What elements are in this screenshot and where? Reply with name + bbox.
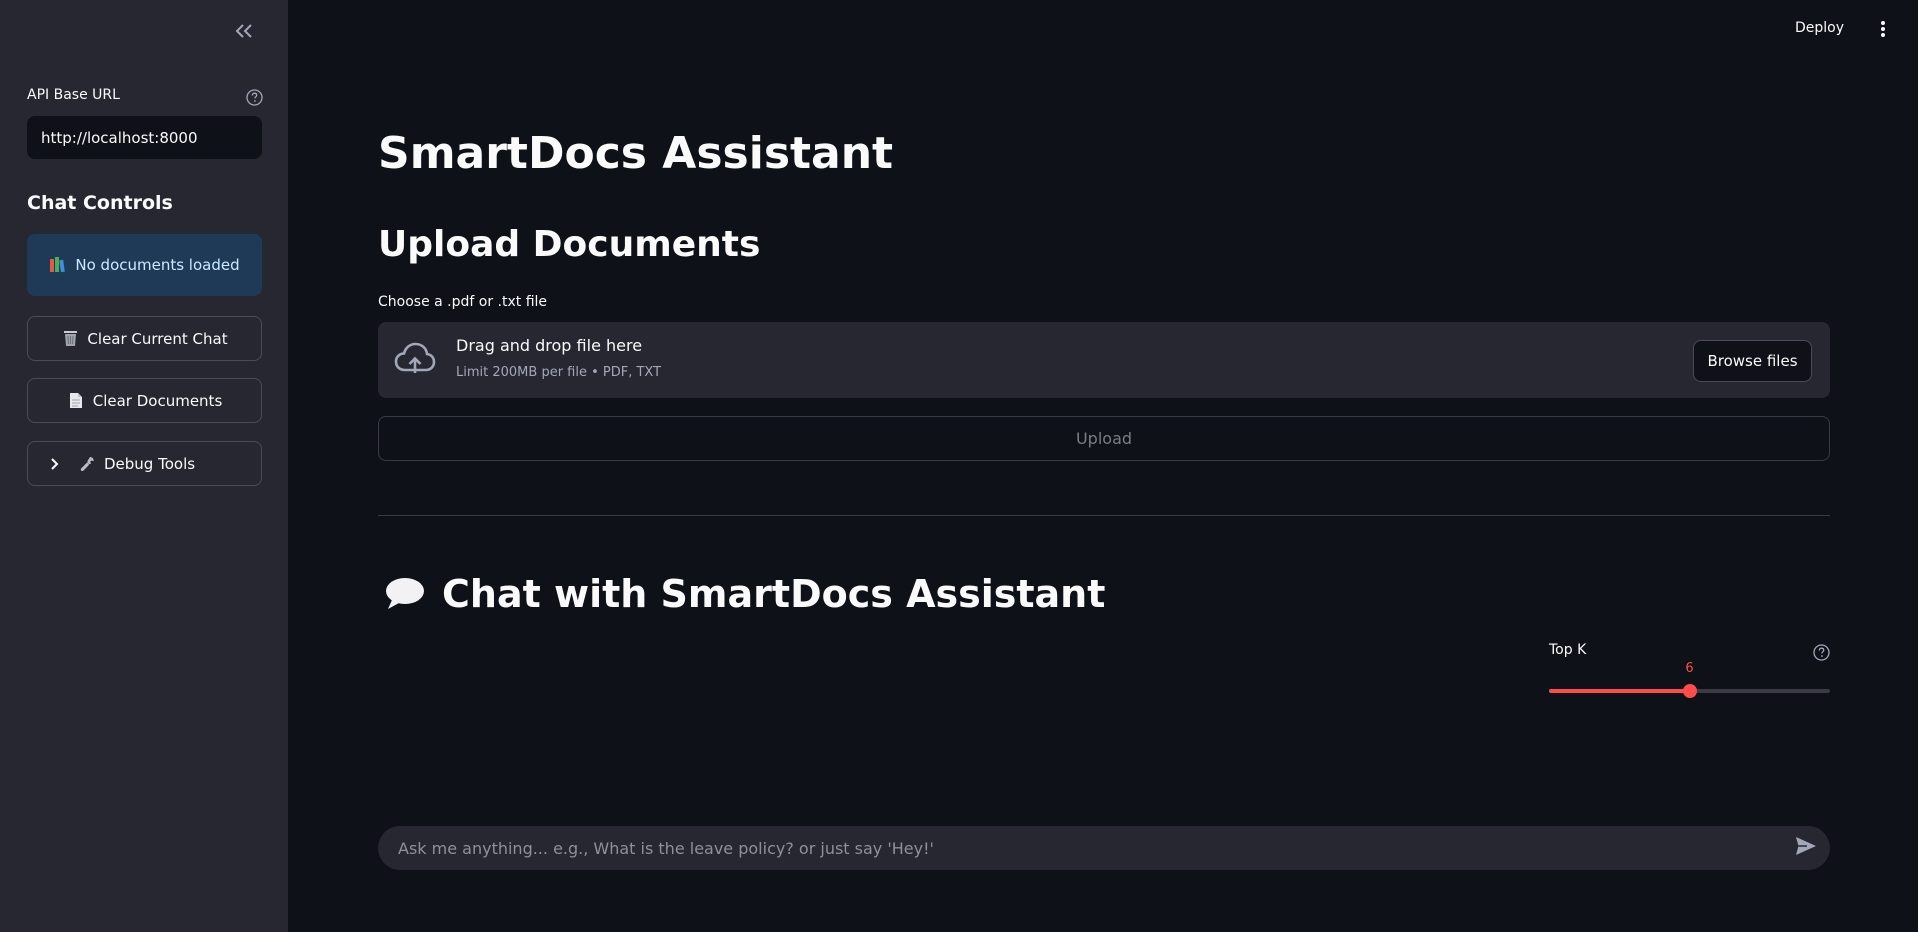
upload-documents-heading: Upload Documents bbox=[378, 224, 761, 265]
browse-files-button[interactable]: Browse files bbox=[1693, 340, 1812, 382]
question-circle-icon[interactable] bbox=[1812, 643, 1830, 661]
info-box-text: No documents loaded bbox=[75, 256, 240, 274]
main-menu-button[interactable] bbox=[1872, 20, 1894, 42]
wastebasket-icon bbox=[61, 330, 79, 348]
page-icon bbox=[67, 392, 85, 410]
chat-heading-text: Chat with SmartDocs Assistant bbox=[442, 572, 1106, 616]
send-button[interactable] bbox=[1794, 836, 1818, 860]
file-uploader-label: Choose a .pdf or .txt file bbox=[378, 294, 548, 310]
clear-documents-button[interactable]: Clear Documents bbox=[27, 378, 262, 423]
debug-tools-expander[interactable]: Debug Tools bbox=[27, 441, 262, 486]
chat-input[interactable] bbox=[396, 826, 1756, 870]
clear-current-chat-button[interactable]: Clear Current Chat bbox=[27, 316, 262, 361]
books-icon bbox=[49, 256, 67, 274]
sidebar: API Base URL Chat Controls No documents … bbox=[0, 0, 288, 932]
top-k-slider[interactable]: 6 bbox=[1549, 661, 1830, 698]
chat-controls-heading: Chat Controls bbox=[27, 192, 173, 214]
wrench-icon bbox=[78, 455, 96, 473]
chevron-right-icon bbox=[46, 455, 64, 473]
api-base-url-input[interactable] bbox=[27, 116, 262, 159]
upload-button[interactable]: Upload bbox=[378, 416, 1830, 461]
kebab-menu-icon bbox=[1880, 20, 1886, 42]
collapse-sidebar-button[interactable] bbox=[230, 18, 258, 46]
no-documents-info-box: No documents loaded bbox=[27, 234, 262, 296]
top-k-slider-thumb[interactable] bbox=[1682, 684, 1697, 698]
clear-documents-label: Clear Documents bbox=[92, 391, 223, 410]
debug-tools-label: Debug Tools bbox=[104, 454, 196, 473]
cloud-upload-icon bbox=[394, 340, 436, 380]
double-chevron-left-icon bbox=[235, 23, 253, 42]
section-divider bbox=[378, 515, 1830, 516]
top-k-label: Top K bbox=[1549, 642, 1587, 658]
dropzone-title: Drag and drop file here bbox=[456, 336, 643, 355]
clear-current-chat-label: Clear Current Chat bbox=[87, 329, 228, 348]
chat-input-container bbox=[378, 826, 1830, 870]
page-title: SmartDocs Assistant bbox=[378, 128, 894, 179]
deploy-button[interactable]: Deploy bbox=[1795, 20, 1844, 36]
question-circle-icon[interactable] bbox=[245, 88, 263, 106]
api-base-url-label: API Base URL bbox=[27, 87, 120, 103]
chat-heading: Chat with SmartDocs Assistant bbox=[384, 572, 1105, 616]
speech-balloon-icon bbox=[384, 576, 426, 612]
top-k-slider-fill bbox=[1549, 689, 1690, 693]
dropzone-limit-text: Limit 200MB per file • PDF, TXT bbox=[456, 365, 662, 380]
top-k-value: 6 bbox=[1685, 661, 1694, 676]
send-icon bbox=[1795, 836, 1817, 860]
file-dropzone[interactable]: Drag and drop file here Limit 200MB per … bbox=[378, 322, 1830, 398]
